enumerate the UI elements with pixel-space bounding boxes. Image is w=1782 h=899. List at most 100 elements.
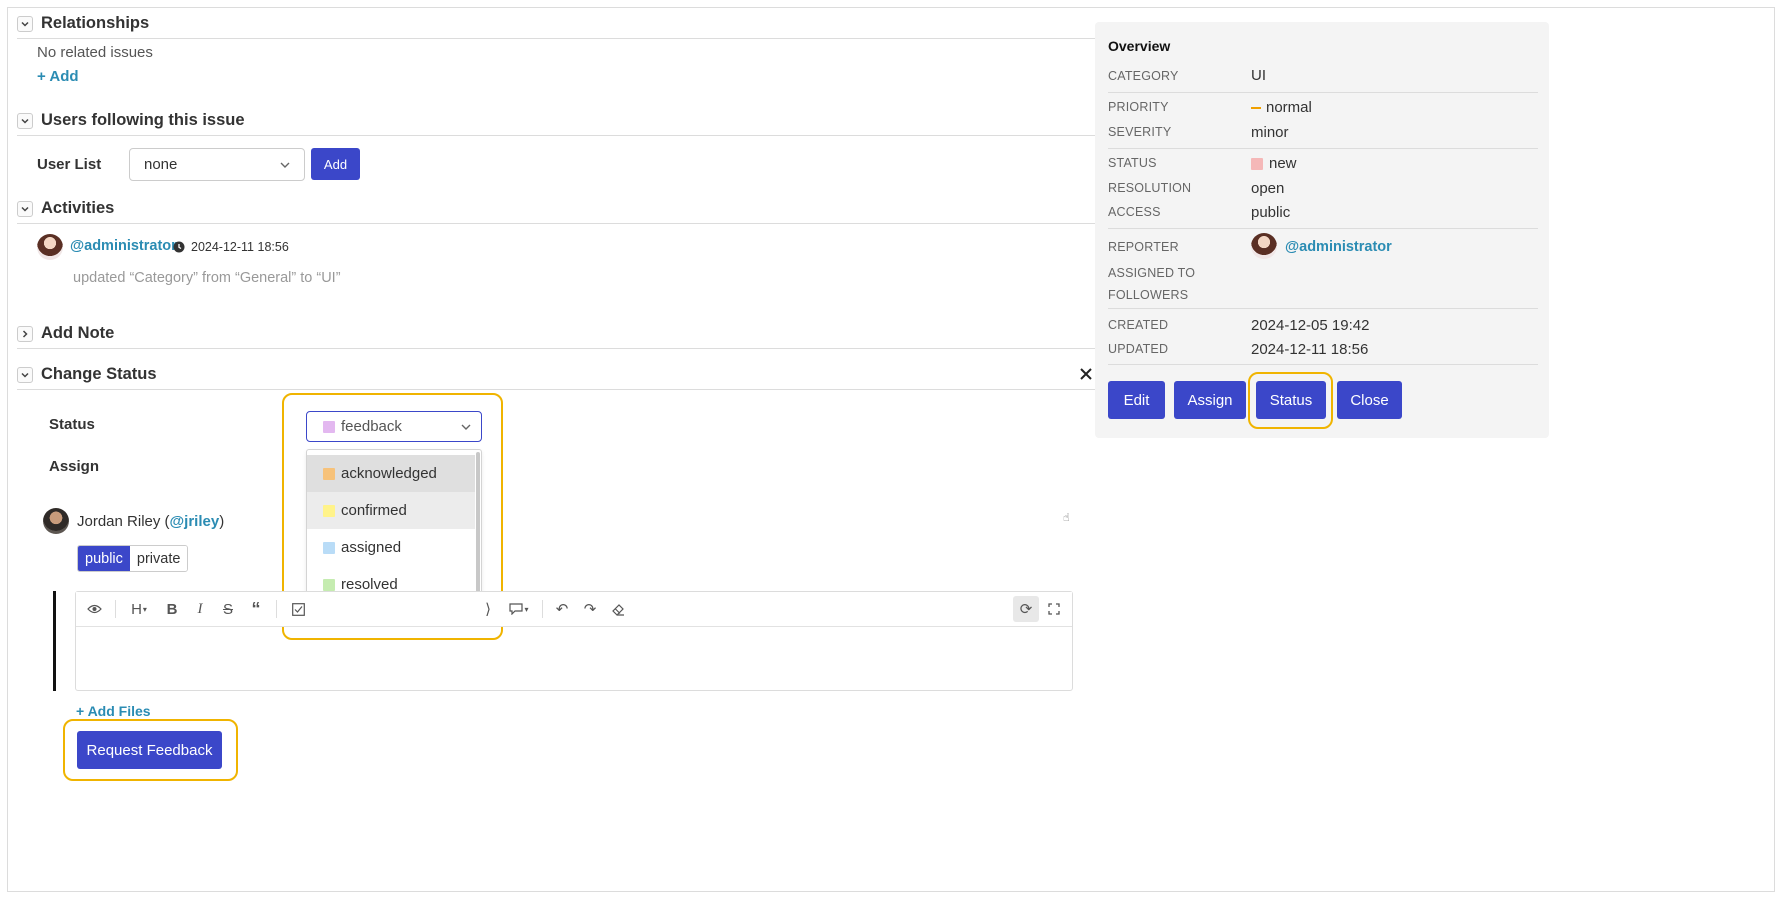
toolbar-separator xyxy=(276,600,277,618)
code-icon[interactable]: ⟩ xyxy=(476,592,500,626)
chevron-down-icon xyxy=(280,162,290,168)
sync-scroll-icon[interactable]: ⟳ xyxy=(1013,596,1039,622)
status-select-value: feedback xyxy=(341,418,402,435)
divider xyxy=(1108,228,1538,229)
status-option-acknowledged[interactable]: acknowledged xyxy=(307,455,475,492)
edit-button[interactable]: Edit xyxy=(1108,381,1165,419)
plus-icon: + xyxy=(37,68,46,85)
divider xyxy=(1108,308,1538,309)
assign-label: Assign xyxy=(49,458,100,475)
activity-text: updated “Category” from “General” to “UI… xyxy=(73,270,341,286)
access-label: ACCESS xyxy=(1108,205,1161,219)
category-label: CATEGORY xyxy=(1108,69,1179,83)
change-status-header[interactable]: Change Status xyxy=(17,360,1243,390)
chevron-down-icon[interactable] xyxy=(17,200,33,217)
plus-icon: + xyxy=(76,703,85,719)
user-list-value: none xyxy=(144,156,178,173)
option-color-swatch xyxy=(323,467,335,480)
visibility-public-option[interactable]: public xyxy=(78,546,130,571)
strikethrough-icon[interactable]: S xyxy=(216,592,240,626)
overview-title: Overview xyxy=(1108,38,1171,54)
editor-textarea[interactable] xyxy=(76,628,1072,690)
chevron-right-icon[interactable] xyxy=(17,325,33,342)
overview-panel: Overview CATEGORY UI PRIORITY normal SEV… xyxy=(1095,22,1549,438)
assigned-to-label: ASSIGNED TO xyxy=(1108,266,1196,280)
request-feedback-button[interactable]: Request Feedback xyxy=(77,731,222,769)
status-value: new xyxy=(1251,155,1297,172)
status-option-assigned[interactable]: assigned xyxy=(307,529,475,566)
category-value: UI xyxy=(1251,67,1266,84)
activities-header[interactable]: Activities xyxy=(17,194,1243,224)
heading-icon[interactable]: H ▾ xyxy=(124,592,154,626)
status-color-swatch xyxy=(323,420,335,433)
preview-eye-icon[interactable] xyxy=(82,592,106,626)
chevron-down-icon[interactable] xyxy=(17,15,33,32)
add-relationship-link[interactable]: + Add xyxy=(37,68,79,85)
relationships-header[interactable]: Relationships xyxy=(17,9,1243,39)
toolbar-separator xyxy=(115,600,116,618)
relationships-title: Relationships xyxy=(41,14,150,32)
severity-label: SEVERITY xyxy=(1108,125,1172,139)
activity-user-link[interactable]: @administrator xyxy=(70,238,177,254)
divider xyxy=(1108,92,1538,93)
add-files-link[interactable]: + Add Files xyxy=(76,703,151,719)
status-color-swatch xyxy=(1251,157,1263,170)
chevron-down-icon xyxy=(461,424,471,430)
priority-value: normal xyxy=(1251,99,1312,116)
status-option-confirmed[interactable]: confirmed xyxy=(307,492,475,529)
activities-title: Activities xyxy=(41,199,115,217)
user-list-label: User List xyxy=(37,156,102,173)
close-button[interactable]: Close xyxy=(1337,381,1402,419)
italic-icon[interactable]: I xyxy=(188,592,212,626)
visibility-private-option[interactable]: private xyxy=(129,546,188,571)
avatar xyxy=(43,508,69,534)
add-note-header[interactable]: Add Note xyxy=(17,319,1243,349)
option-color-swatch xyxy=(323,504,335,517)
issue-page: Relationships No related issues + Add Us… xyxy=(7,7,1775,892)
created-value: 2024-12-05 19:42 xyxy=(1251,317,1370,334)
created-label: CREATED xyxy=(1108,318,1169,332)
add-note-title: Add Note xyxy=(41,324,115,342)
activity-timestamp: 2024-12-11 18:56 xyxy=(173,240,289,254)
eraser-icon[interactable] xyxy=(606,592,630,626)
followers-label: FOLLOWERS xyxy=(1108,288,1189,302)
updated-value: 2024-12-11 18:56 xyxy=(1251,341,1369,358)
priority-dash-icon xyxy=(1251,106,1261,109)
status-button[interactable]: Status xyxy=(1256,381,1326,419)
chevron-down-icon[interactable] xyxy=(17,112,33,129)
editor-focus-bar xyxy=(53,591,56,691)
dropdown-scrollbar[interactable] xyxy=(476,452,480,597)
resolution-value: open xyxy=(1251,180,1285,197)
note-author-handle[interactable]: @jriley xyxy=(170,513,220,530)
bold-icon[interactable]: B xyxy=(160,592,184,626)
user-list-select[interactable]: none xyxy=(129,148,305,181)
avatar xyxy=(1251,233,1277,259)
divider xyxy=(1108,364,1538,365)
updated-label: UPDATED xyxy=(1108,342,1169,356)
toolbar-separator xyxy=(542,600,543,618)
quote-icon[interactable]: “ xyxy=(244,592,268,626)
redo-icon[interactable]: ↷ xyxy=(578,592,602,626)
visibility-toggle: public private xyxy=(77,545,189,572)
reporter-link[interactable]: @administrator xyxy=(1285,239,1392,255)
followers-header[interactable]: Users following this issue xyxy=(17,106,1243,136)
no-related-issues-text: No related issues xyxy=(37,44,153,61)
chevron-down-icon[interactable] xyxy=(17,366,33,383)
cursor-icon: ☝ xyxy=(1063,512,1070,524)
comment-icon[interactable]: ▾ xyxy=(504,592,534,626)
checklist-icon[interactable] xyxy=(286,592,310,626)
status-select[interactable]: feedback xyxy=(306,411,482,442)
note-author: Jordan Riley (@jriley) xyxy=(77,513,225,530)
undo-icon[interactable]: ↶ xyxy=(550,592,574,626)
divider xyxy=(1108,148,1538,149)
reporter-label: REPORTER xyxy=(1108,240,1179,254)
option-color-swatch xyxy=(323,541,335,554)
followers-title: Users following this issue xyxy=(41,111,245,129)
add-follower-button[interactable]: Add xyxy=(311,148,360,180)
fullscreen-icon[interactable] xyxy=(1042,592,1066,626)
close-icon[interactable] xyxy=(1079,367,1093,385)
assign-button[interactable]: Assign xyxy=(1174,381,1246,419)
note-editor: H ▾ B I S “ ⟩ ▾ ↶ ↷ ⟳ xyxy=(75,591,1073,691)
status-label: Status xyxy=(49,416,95,433)
issue-main-column: Relationships No related issues + Add Us… xyxy=(17,8,1243,891)
